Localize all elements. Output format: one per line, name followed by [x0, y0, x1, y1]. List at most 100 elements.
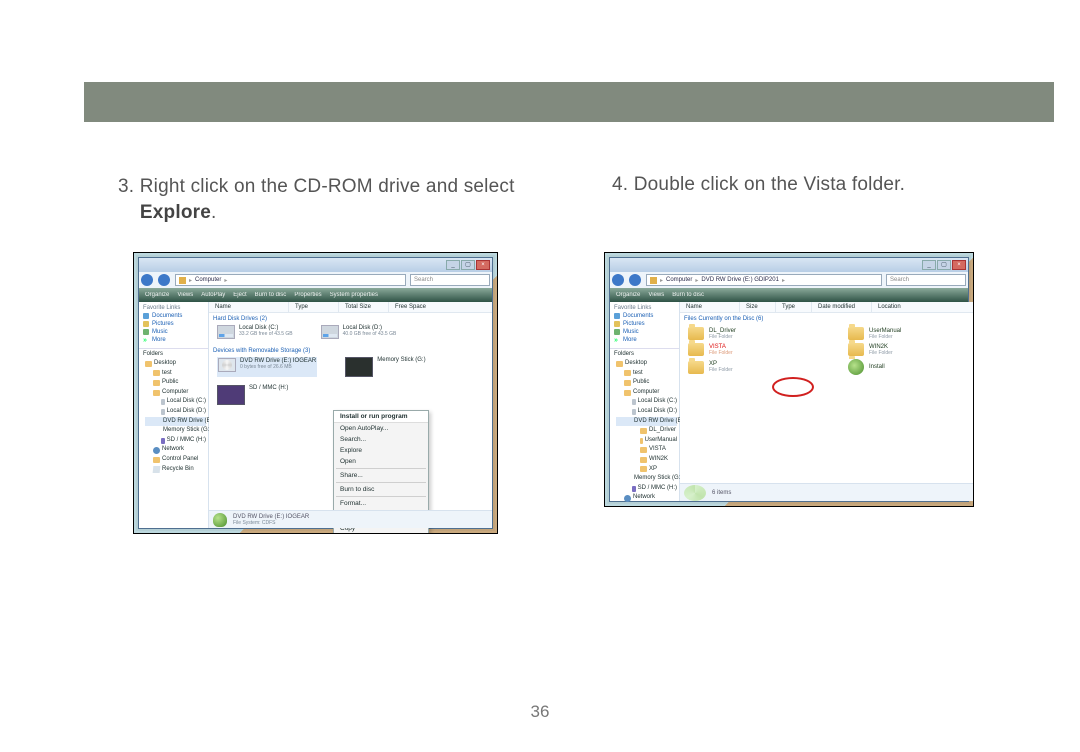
col-type[interactable]: Type	[289, 302, 339, 312]
ctx-explore[interactable]: Explore	[334, 445, 428, 456]
folder-xp[interactable]: XPFile Folder	[688, 359, 818, 375]
drive-d[interactable]: Local Disk (D:)40.0 GB free of 43.5 GB	[321, 325, 397, 339]
tree-dvd[interactable]: DVD RW Drive (E:)	[634, 417, 685, 427]
tree-dldriver[interactable]: DL_Driver	[649, 426, 676, 436]
tree-usermanual[interactable]: UserManual	[645, 436, 677, 446]
breadcrumb-item[interactable]: Computer	[666, 277, 692, 283]
drive-dvd[interactable]: DVD RW Drive (E:) IOGEAR0 bytes free of …	[217, 357, 317, 377]
window-titlebar: _ ▢ ×	[610, 258, 968, 272]
folder-win2k[interactable]: WIN2KFile Folder	[848, 343, 974, 356]
tree-ddrive[interactable]: Local Disk (D:)	[638, 407, 677, 417]
folder-icon	[153, 370, 160, 376]
ctx-search[interactable]: Search...	[334, 434, 428, 445]
tree-network[interactable]: Network	[162, 445, 184, 455]
disc-art-icon	[684, 485, 706, 501]
favlink-music[interactable]: Music	[152, 329, 168, 335]
tree-sd[interactable]: SD / MMC (H:)	[638, 484, 677, 494]
minimize-button[interactable]: _	[922, 260, 936, 270]
drive-ms[interactable]: Memory Stick (G:)	[345, 357, 425, 377]
tree-ms[interactable]: Memory Stick (G:)	[163, 426, 211, 436]
breadcrumb[interactable]: ▸ Computer ▸	[175, 274, 406, 286]
col-free[interactable]: Free Space	[389, 302, 492, 312]
ctx-open-autoplay[interactable]: Open AutoPlay...	[334, 423, 428, 434]
ctx-open[interactable]: Open	[334, 456, 428, 467]
favlink-more[interactable]: More	[152, 337, 166, 343]
ctx-burn[interactable]: Burn to disc	[334, 484, 428, 495]
tree-computer[interactable]: Computer	[162, 388, 188, 398]
col-name[interactable]: Name	[209, 302, 289, 312]
col-loc[interactable]: Location	[872, 302, 974, 312]
cmd-organize[interactable]: Organize	[145, 292, 169, 298]
favlink-documents[interactable]: Documents	[623, 313, 653, 319]
tree-computer[interactable]: Computer	[633, 388, 659, 398]
ctx-header[interactable]: Install or run program	[334, 411, 428, 423]
nav-forward-icon[interactable]	[158, 274, 170, 286]
cmd-views[interactable]: Views	[648, 292, 664, 298]
col-total[interactable]: Total Size	[339, 302, 389, 312]
tree-dvd[interactable]: DVD RW Drive (E:)	[163, 417, 214, 427]
minimize-button[interactable]: _	[446, 260, 460, 270]
tree-test[interactable]: test	[162, 369, 172, 379]
close-button[interactable]: ×	[476, 260, 490, 270]
col-name[interactable]: Name	[680, 302, 740, 312]
close-button[interactable]: ×	[952, 260, 966, 270]
maximize-button[interactable]: ▢	[461, 260, 475, 270]
instruction-step-3: 3. Right click on the CD-ROM drive and s…	[118, 174, 528, 225]
header-bar	[84, 82, 1054, 122]
drive-sd[interactable]: SD / MMC (H:)	[217, 385, 288, 405]
tree-vista[interactable]: VISTA	[649, 445, 666, 455]
tree-xp[interactable]: XP	[649, 465, 657, 475]
folder-icon	[688, 327, 704, 340]
maximize-button[interactable]: ▢	[937, 260, 951, 270]
tree-cdrive[interactable]: Local Disk (C:)	[167, 397, 206, 407]
tree-ms[interactable]: Memory Stick (G:)	[634, 474, 682, 484]
tree-cpanel[interactable]: Control Panel	[162, 455, 198, 465]
col-size[interactable]: Size	[740, 302, 776, 312]
tree-public[interactable]: Public	[633, 378, 649, 388]
ctx-format[interactable]: Format...	[334, 498, 428, 509]
tree-desktop[interactable]: Desktop	[154, 359, 176, 369]
tree-ddrive[interactable]: Local Disk (D:)	[167, 407, 206, 417]
folders-header[interactable]: Folders	[139, 348, 208, 359]
search-input[interactable]: Search	[886, 274, 966, 286]
col-type[interactable]: Type	[776, 302, 812, 312]
breadcrumb-item[interactable]: DVD RW Drive (E:) GDIP201	[701, 277, 779, 283]
cmd-burn[interactable]: Burn to disc	[255, 292, 287, 298]
favlink-pictures[interactable]: Pictures	[152, 321, 174, 327]
favlink-music[interactable]: Music	[623, 329, 639, 335]
folders-header[interactable]: Folders	[610, 348, 679, 359]
sd-icon	[217, 385, 245, 405]
favlink-pictures[interactable]: Pictures	[623, 321, 645, 327]
favlink-more[interactable]: More	[623, 337, 637, 343]
drive-c[interactable]: Local Disk (C:)33.2 GB free of 43.5 GB	[217, 325, 293, 339]
cmd-views[interactable]: Views	[177, 292, 193, 298]
ctx-share[interactable]: Share...	[334, 470, 428, 481]
cmd-eject[interactable]: Eject	[233, 292, 246, 298]
search-input[interactable]: Search	[410, 274, 490, 286]
tree-win2k[interactable]: WIN2K	[649, 455, 668, 465]
cmd-properties[interactable]: Properties	[294, 292, 321, 298]
tree-bin[interactable]: Recycle Bin	[162, 465, 194, 475]
folder-usermanual[interactable]: UserManualFile Folder	[848, 327, 974, 340]
cmd-organize[interactable]: Organize	[616, 292, 640, 298]
tree-cdrive[interactable]: Local Disk (C:)	[638, 397, 677, 407]
cmd-burn[interactable]: Burn to disc	[672, 292, 704, 298]
breadcrumb-item[interactable]: Computer	[195, 277, 221, 283]
nav-back-icon[interactable]	[141, 274, 153, 286]
col-date[interactable]: Date modified	[812, 302, 872, 312]
favlink-documents[interactable]: Documents	[152, 313, 182, 319]
folder-vista[interactable]: VISTAFile Folder	[688, 343, 818, 356]
file-install[interactable]: Install	[848, 359, 974, 375]
tree-sd[interactable]: SD / MMC (H:)	[167, 436, 206, 446]
nav-back-icon[interactable]	[612, 274, 624, 286]
tree-network[interactable]: Network	[633, 493, 655, 503]
nav-forward-icon[interactable]	[629, 274, 641, 286]
tree-test[interactable]: test	[633, 369, 643, 379]
cmd-autoplay[interactable]: AutoPlay	[201, 292, 225, 298]
breadcrumb[interactable]: ▸ Computer ▸ DVD RW Drive (E:) GDIP201 ▸	[646, 274, 882, 286]
tree-desktop[interactable]: Desktop	[625, 359, 647, 369]
tree-public[interactable]: Public	[162, 378, 178, 388]
folder-dldriver[interactable]: DL_DriverFile Folder	[688, 327, 818, 340]
address-bar: ▸ Computer ▸ Search	[139, 272, 492, 288]
cmd-sysprops[interactable]: System properties	[330, 292, 378, 298]
